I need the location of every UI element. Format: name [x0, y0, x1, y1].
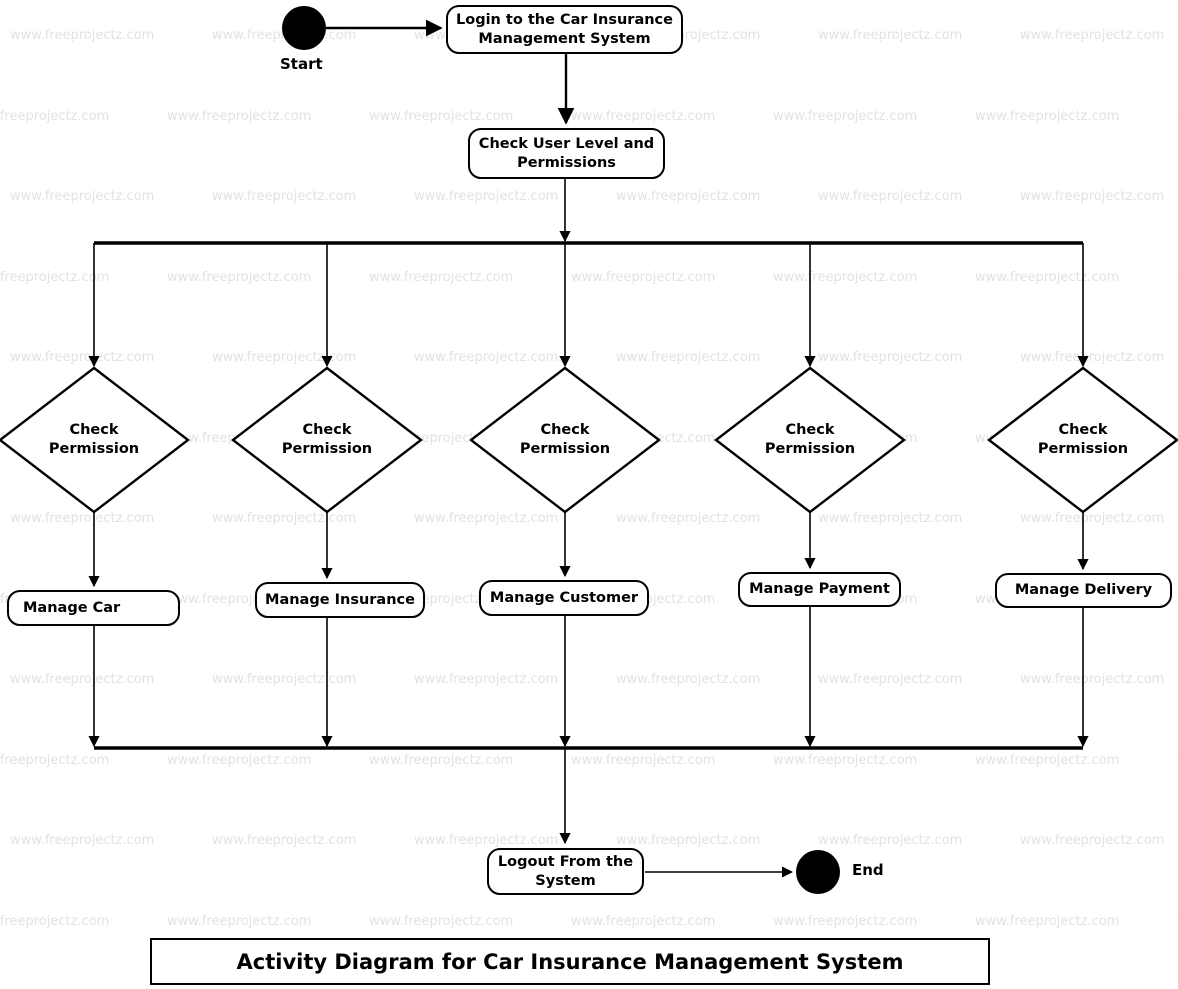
activity-manage-car[interactable]: Manage Car — [7, 590, 180, 626]
end-node[interactable] — [796, 850, 840, 894]
activity-login-to-system[interactable]: Login to the Car Insurance Management Sy… — [446, 5, 683, 54]
decision-node-5[interactable]: Check Permission — [989, 368, 1177, 512]
diagram-title: Activity Diagram for Car Insurance Manag… — [236, 949, 904, 974]
decision-label-2: Check Permission — [281, 422, 373, 457]
activity-check-user-level[interactable]: Check User Level and Permissions — [468, 128, 665, 179]
decision-node-4[interactable]: Check Permission — [716, 368, 904, 512]
activity-manage-delivery[interactable]: Manage Delivery — [995, 573, 1172, 608]
start-node[interactable] — [282, 6, 326, 50]
decision-label-1: Check Permission — [48, 422, 140, 457]
activity-logout-from-system[interactable]: Logout From the System — [487, 848, 644, 895]
activity-manage-customer[interactable]: Manage Customer — [479, 580, 649, 616]
decision-label-3: Check Permission — [519, 422, 611, 457]
decision-node-3[interactable]: Check Permission — [471, 368, 659, 512]
decision-node-1[interactable]: Check Permission — [0, 368, 188, 512]
activity-manage-payment[interactable]: Manage Payment — [738, 572, 901, 607]
diagram-title-box: Activity Diagram for Car Insurance Manag… — [150, 938, 990, 985]
decision-label-4: Check Permission — [764, 422, 856, 457]
activity-manage-insurance[interactable]: Manage Insurance — [255, 582, 425, 618]
activity-diagram-canvas: www.freeprojectz.com www.freeprojectz.com… — [0, 0, 1178, 989]
decision-node-2[interactable]: Check Permission — [233, 368, 421, 512]
diagram-layer: Start End Login to the Car Insurance Man… — [0, 0, 1178, 989]
decision-label-5: Check Permission — [1037, 422, 1129, 457]
